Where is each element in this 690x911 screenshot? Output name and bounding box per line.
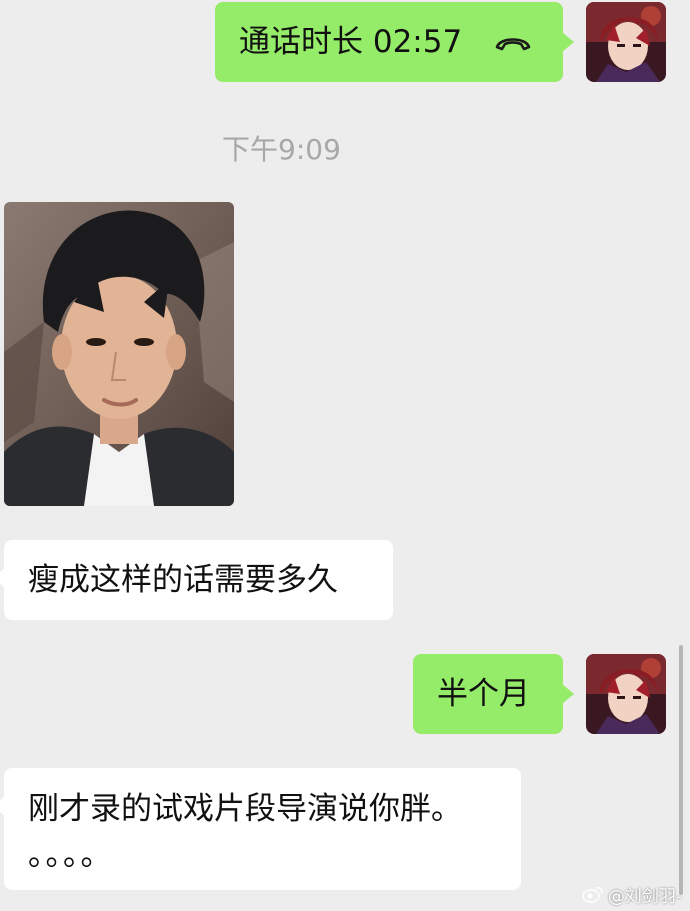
sent-message-bubble[interactable]: 半个月 xyxy=(413,654,574,734)
message-text: 瘦成这样的话需要多久 xyxy=(28,562,338,598)
message-text: 半个月 xyxy=(437,676,530,712)
weibo-icon xyxy=(582,885,604,909)
message-text-line2: 。。。。 xyxy=(28,837,114,873)
received-message-bubble[interactable]: 瘦成这样的话需要多久 xyxy=(0,540,393,620)
phone-hangup-icon xyxy=(494,22,532,66)
weibo-watermark: @刘剑羽- xyxy=(582,885,682,909)
call-duration-text: 通话时长 02:57 xyxy=(239,24,463,60)
avatar[interactable] xyxy=(586,654,666,734)
message-text-line1: 刚才录的试戏片段导演说你胖。 xyxy=(28,791,462,827)
watermark-text: @刘剑羽- xyxy=(607,887,682,907)
avatar[interactable] xyxy=(586,2,666,82)
message-timestamp: 下午9:09 xyxy=(222,133,341,166)
received-message-bubble[interactable]: 刚才录的试戏片段导演说你胖。 。。。。 xyxy=(0,768,521,890)
shared-photo[interactable] xyxy=(4,202,234,506)
call-record-bubble[interactable]: 通话时长 02:57 xyxy=(215,2,574,82)
scrollbar[interactable] xyxy=(679,645,683,895)
